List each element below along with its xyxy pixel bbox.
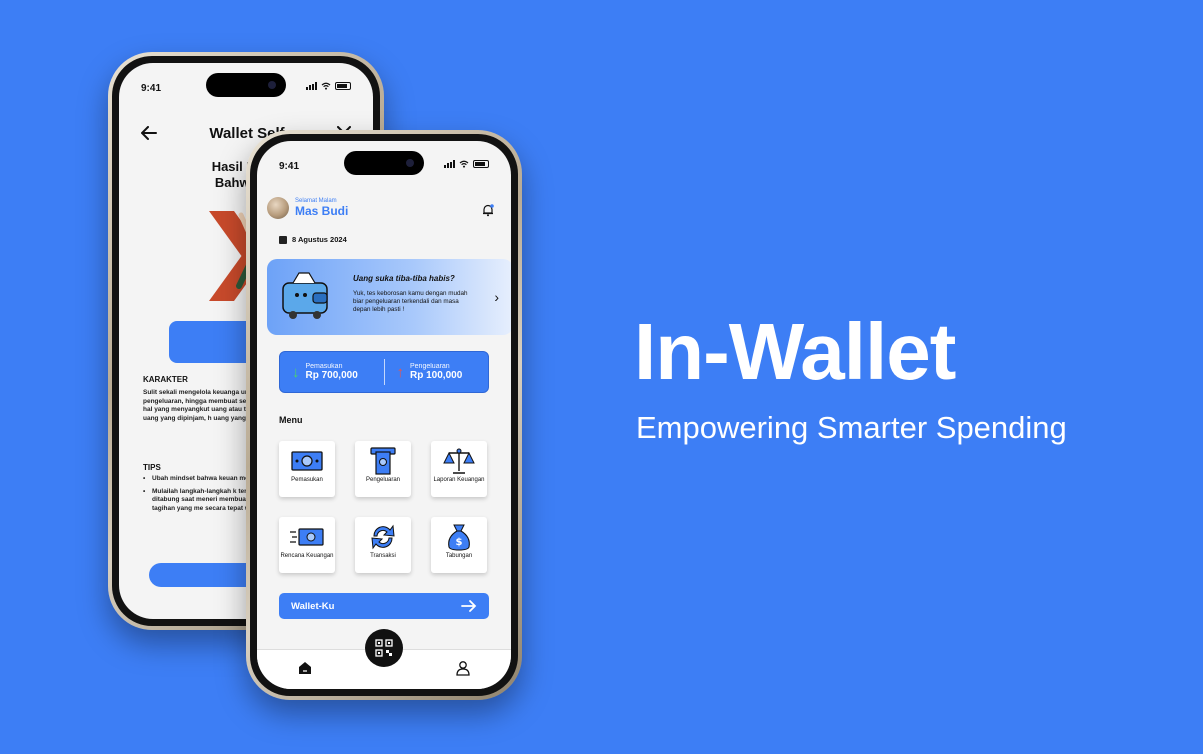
wallet-ku-button[interactable]: Wallet-Ku <box>279 593 489 619</box>
home-phone: 9:41 Selamat Malam Mas Budi 8 Agustus 20… <box>246 130 522 700</box>
profile-icon[interactable] <box>455 660 471 676</box>
promo-title: Uang suka tiba-tiba habis? <box>353 274 455 283</box>
date-row: 8 Agustus 2024 <box>279 235 347 244</box>
menu-item-tabungan[interactable]: $ Tabungan <box>431 517 487 573</box>
qr-scan-button[interactable] <box>365 629 403 667</box>
income-label: Pemasukan <box>305 363 343 370</box>
user-name: Mas Budi <box>295 204 349 218</box>
calendar-icon <box>279 235 287 244</box>
income-value: Rp 700,000 <box>305 370 358 381</box>
money-bag-icon: $ <box>448 524 470 551</box>
promo-banner[interactable]: Uang suka tiba-tiba habis? Yuk, tes kebo… <box>267 259 511 335</box>
expense-summary[interactable]: ↑ Pengeluaran Rp 100,000 <box>385 363 489 381</box>
dynamic-island <box>206 73 286 97</box>
signal-icon <box>306 82 317 90</box>
menu-item-laporan-keuangan[interactable]: Laporan Keuangan <box>431 441 487 497</box>
karakter-label: KARAKTER <box>143 375 188 384</box>
hero-title: In-Wallet <box>634 307 956 396</box>
wifi-icon <box>321 82 331 90</box>
menu-title: Menu <box>279 415 303 425</box>
qr-code-icon <box>375 639 393 657</box>
status-time: 9:41 <box>279 161 300 172</box>
dynamic-island <box>344 151 424 175</box>
bell-icon[interactable] <box>481 203 495 217</box>
fast-money-icon <box>290 528 324 546</box>
menu-item-rencana-keuangan[interactable]: Rencana Keuangan <box>279 517 335 573</box>
expense-value: Rp 100,000 <box>410 370 463 381</box>
exchange-icon <box>371 524 395 550</box>
home-screen: 9:41 Selamat Malam Mas Budi 8 Agustus 20… <box>257 141 511 689</box>
wallet-mascot-icon <box>282 272 328 319</box>
expense-label: Pengeluaran <box>410 363 450 370</box>
menu-item-transaksi[interactable]: Transaksi <box>355 517 411 573</box>
signal-icon <box>444 160 455 168</box>
menu-label: Tabungan <box>445 553 473 559</box>
promo-body: Yuk, tes keborosan kamu dengan mudah bia… <box>353 290 468 313</box>
greeting-block: Selamat Malam Mas Budi <box>267 197 348 219</box>
cash-icon <box>291 451 323 471</box>
arrow-right-icon <box>461 600 477 612</box>
menu-label: Pemasukan <box>291 477 323 483</box>
avatar[interactable] <box>267 197 289 219</box>
wifi-icon <box>459 160 469 168</box>
wallet-ku-label: Wallet-Ku <box>291 600 335 612</box>
status-time: 9:41 <box>141 83 162 94</box>
scale-icon <box>443 448 475 474</box>
menu-item-pengeluaran[interactable]: Pengeluaran <box>355 441 411 497</box>
atm-withdraw-icon <box>370 447 396 475</box>
chevron-right-icon: › <box>494 289 499 305</box>
status-icons <box>444 160 489 168</box>
menu-label: Pengeluaran <box>365 477 401 483</box>
menu-item-pemasukan[interactable]: Pemasukan <box>279 441 335 497</box>
back-arrow-icon[interactable] <box>141 126 157 140</box>
arrow-down-icon: ↓ <box>292 363 300 381</box>
tips-label: TIPS <box>143 463 161 472</box>
menu-label: Transaksi <box>370 553 396 559</box>
battery-icon <box>473 160 489 168</box>
menu-label: Rencana Keuangan <box>280 553 334 559</box>
balance-card: ↓ Pemasukan Rp 700,000 ↑ Pengeluaran Rp … <box>279 351 489 393</box>
battery-icon <box>335 82 351 90</box>
home-icon[interactable] <box>297 660 313 676</box>
hero-subtitle: Empowering Smarter Spending <box>636 410 1067 445</box>
current-date: 8 Agustus 2024 <box>292 235 347 244</box>
svg-text:$: $ <box>456 537 463 548</box>
income-summary[interactable]: ↓ Pemasukan Rp 700,000 <box>280 363 384 381</box>
status-icons <box>306 82 351 90</box>
menu-label: Laporan Keuangan <box>433 477 485 483</box>
arrow-up-icon: ↑ <box>396 363 405 381</box>
